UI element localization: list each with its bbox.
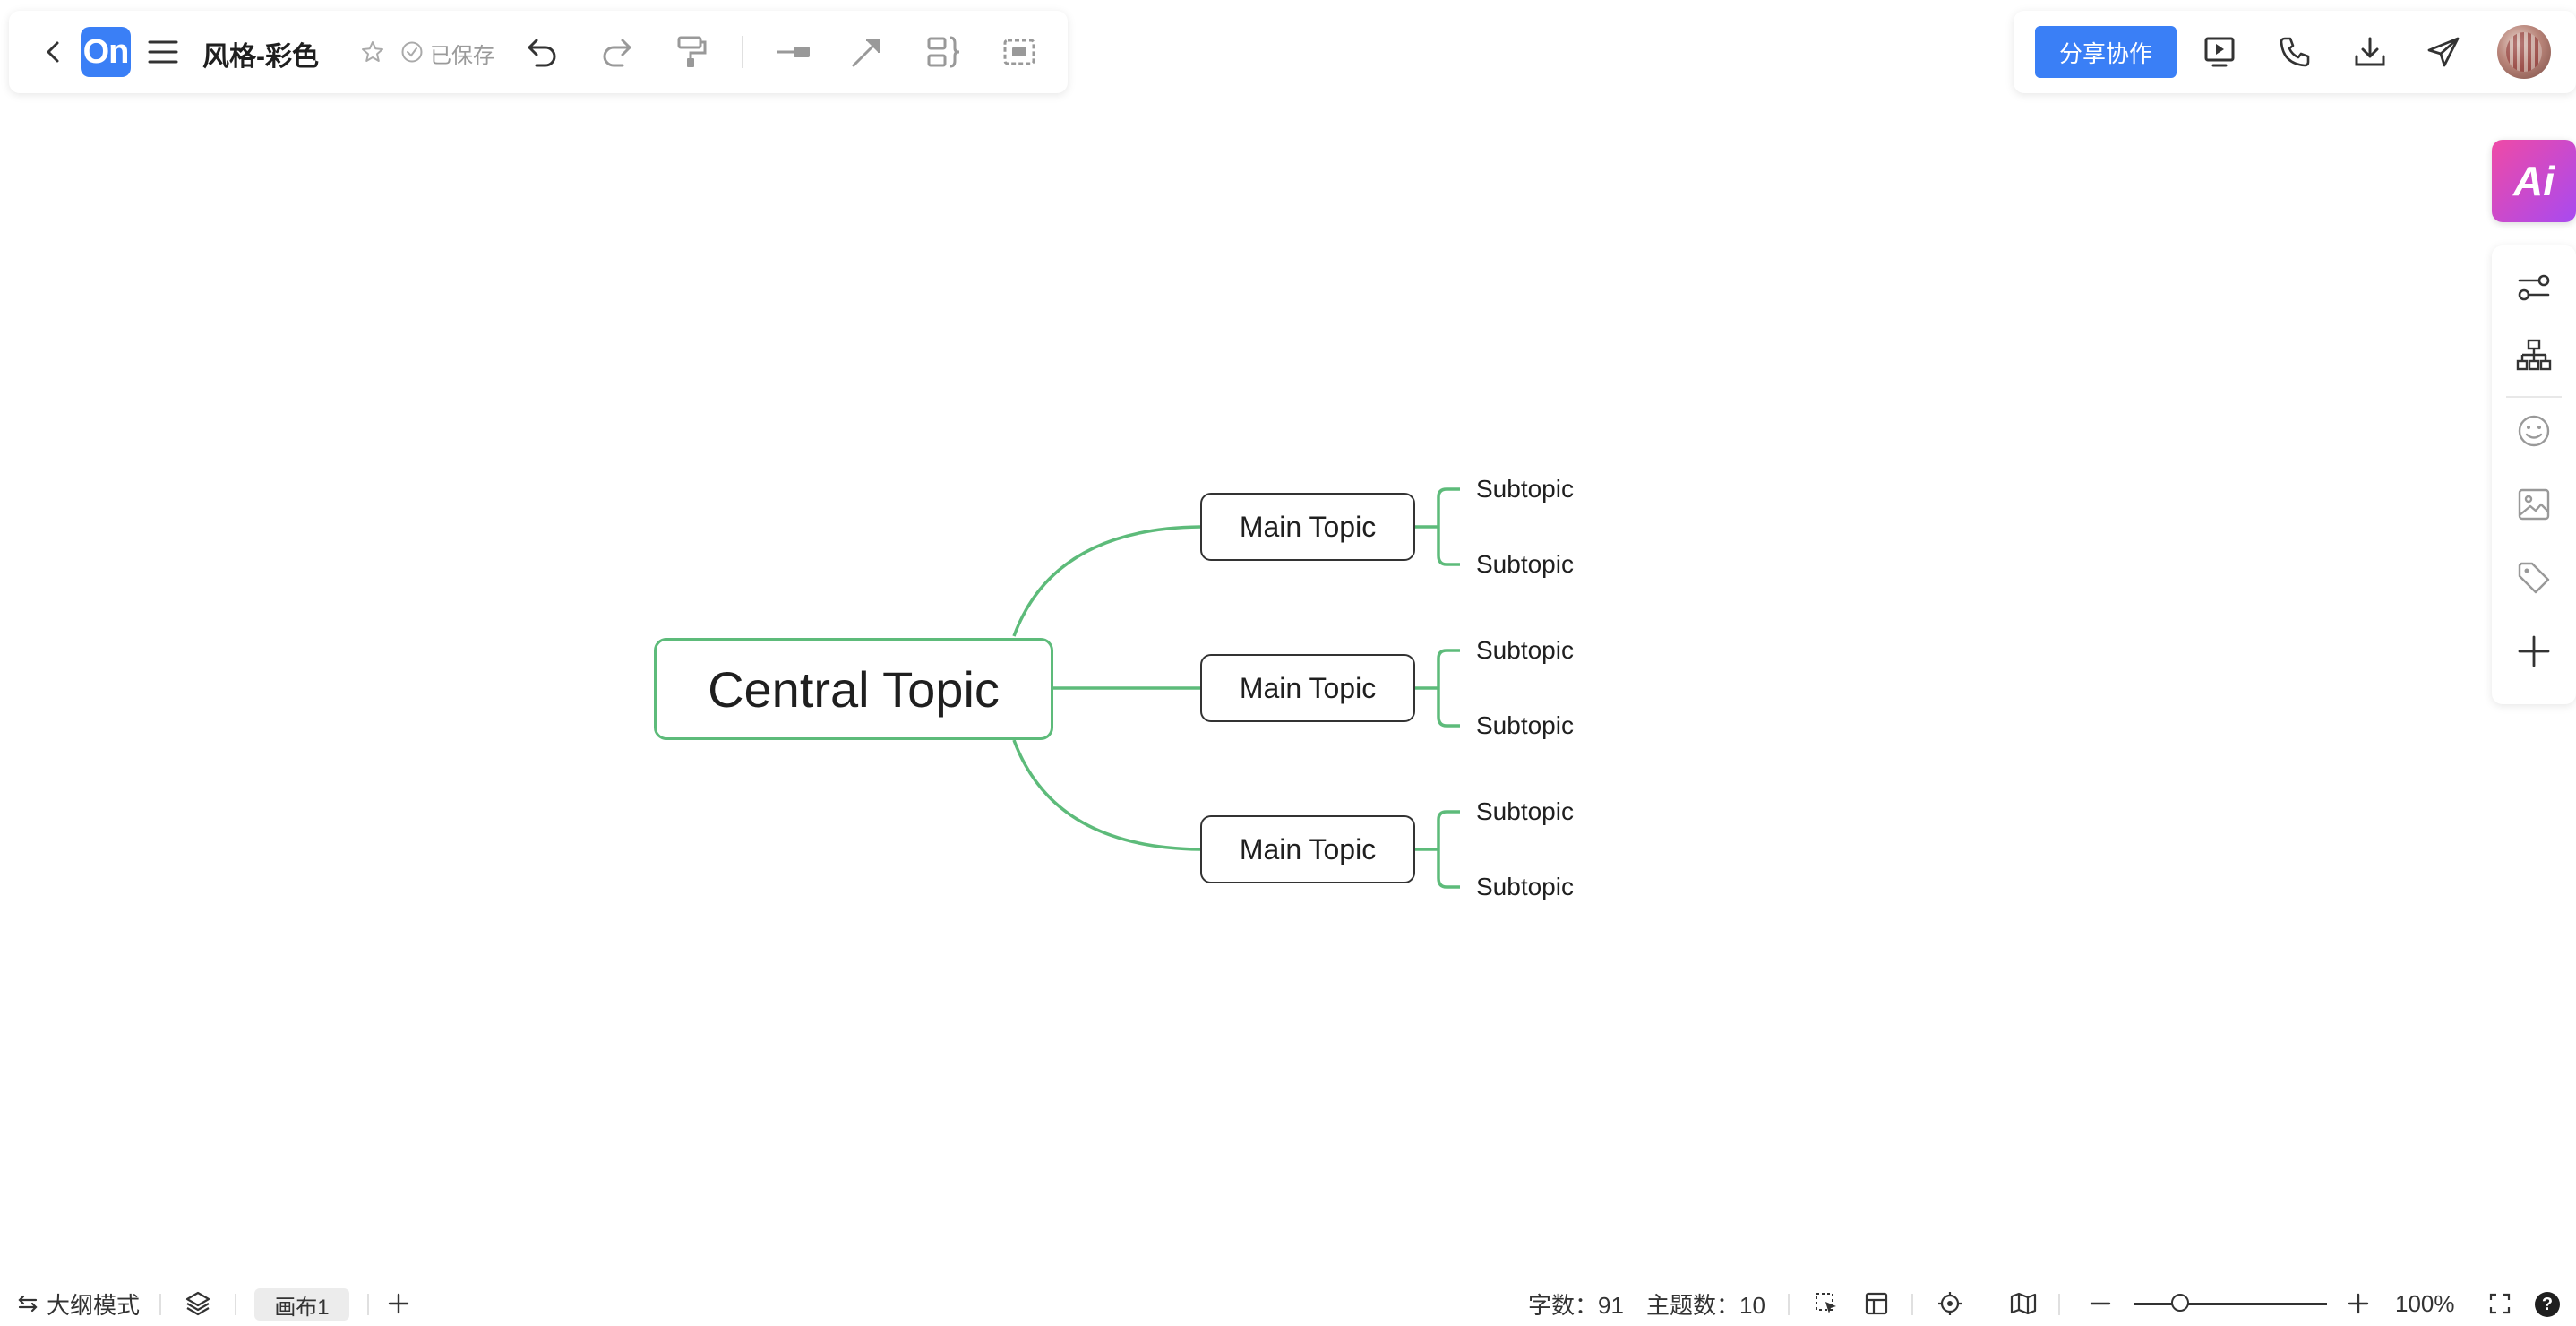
status-divider: [235, 1294, 236, 1315]
connector-main-1: [1012, 525, 1201, 637]
app-logo[interactable]: On: [81, 27, 131, 77]
download-icon[interactable]: [2348, 11, 2391, 93]
connector-sub-3: [1415, 810, 1460, 889]
saved-check-icon: [398, 11, 426, 93]
select-cursor-icon[interactable]: [1811, 1281, 1842, 1326]
status-divider: [159, 1294, 161, 1315]
zoom-slider-handle[interactable]: [2170, 1294, 2189, 1312]
connector-sub-2: [1415, 649, 1460, 728]
send-icon[interactable]: [2422, 11, 2465, 93]
layers-icon[interactable]: [181, 1281, 215, 1326]
undo-icon[interactable]: [523, 11, 562, 93]
central-topic-node[interactable]: Central Topic: [654, 638, 1053, 740]
word-count: 字数：91: [1528, 1291, 1624, 1319]
arrow-line-icon[interactable]: [847, 11, 887, 93]
main-topic-node[interactable]: Main Topic: [1200, 493, 1415, 561]
menu-icon[interactable]: [145, 11, 181, 93]
connector-main-3: [1012, 739, 1201, 851]
mindmap-canvas[interactable]: Central Topic Main Topic Main Topic Main…: [0, 99, 2576, 1281]
locate-center-icon[interactable]: [1935, 1281, 1965, 1326]
user-avatar[interactable]: [2497, 25, 2551, 79]
subtopic-node[interactable]: Subtopic: [1476, 636, 1574, 665]
back-chevron-icon[interactable]: [36, 11, 72, 93]
fullscreen-icon[interactable]: [2485, 1281, 2515, 1326]
zoom-level[interactable]: 100%: [2395, 1281, 2455, 1326]
help-icon[interactable]: ?: [2535, 1292, 2560, 1317]
zoom-slider-track[interactable]: [2134, 1303, 2327, 1305]
top-right-toolbar: 分享协作: [2014, 11, 2576, 93]
subtopic-node[interactable]: Subtopic: [1476, 797, 1574, 826]
layout-grid-icon[interactable]: [1861, 1281, 1892, 1326]
summary-bracket-icon[interactable]: [924, 11, 964, 93]
connector-line-icon[interactable]: [774, 11, 813, 93]
share-collaborate-button[interactable]: 分享协作: [2035, 26, 2177, 78]
add-canvas-plus-icon[interactable]: [383, 1281, 414, 1326]
toolbar-divider: [742, 36, 743, 68]
saved-status: 已保存: [430, 44, 494, 68]
star-icon[interactable]: [356, 11, 389, 93]
bottom-status-bar: 大纲模式 画布1 字数：91 主题数：10 100% ?: [0, 1281, 2576, 1326]
subtopic-node[interactable]: Subtopic: [1476, 475, 1574, 504]
format-painter-icon[interactable]: [672, 11, 711, 93]
status-divider: [367, 1294, 369, 1315]
document-title[interactable]: 风格-彩色: [202, 34, 319, 73]
outline-mode-button[interactable]: 大纲模式: [16, 1281, 140, 1326]
phone-call-icon[interactable]: [2273, 11, 2316, 93]
status-divider: [1788, 1294, 1790, 1315]
subtopic-node[interactable]: Subtopic: [1476, 711, 1574, 740]
connector-sub-1: [1415, 487, 1460, 566]
status-divider: [1911, 1294, 1913, 1315]
main-topic-node[interactable]: Main Topic: [1200, 654, 1415, 722]
outline-mode-label: 大纲模式: [47, 1291, 141, 1319]
tab-canvas-1[interactable]: 画布1: [254, 1288, 349, 1321]
status-divider: [2058, 1294, 2060, 1315]
zoom-in-icon[interactable]: [2343, 1281, 2374, 1326]
boundary-frame-icon[interactable]: [1000, 11, 1039, 93]
topic-count: 主题数：10: [1646, 1291, 1765, 1319]
presentation-icon[interactable]: [2198, 11, 2241, 93]
main-topic-node[interactable]: Main Topic: [1200, 815, 1415, 883]
redo-icon[interactable]: [597, 11, 636, 93]
subtopic-node[interactable]: Subtopic: [1476, 550, 1574, 579]
minimap-icon[interactable]: [2008, 1281, 2039, 1326]
zoom-out-icon[interactable]: [2085, 1281, 2116, 1326]
subtopic-node[interactable]: Subtopic: [1476, 873, 1574, 901]
outline-swap-icon: [16, 1293, 39, 1314]
top-left-toolbar: On 风格-彩色 已保存: [9, 11, 1068, 93]
